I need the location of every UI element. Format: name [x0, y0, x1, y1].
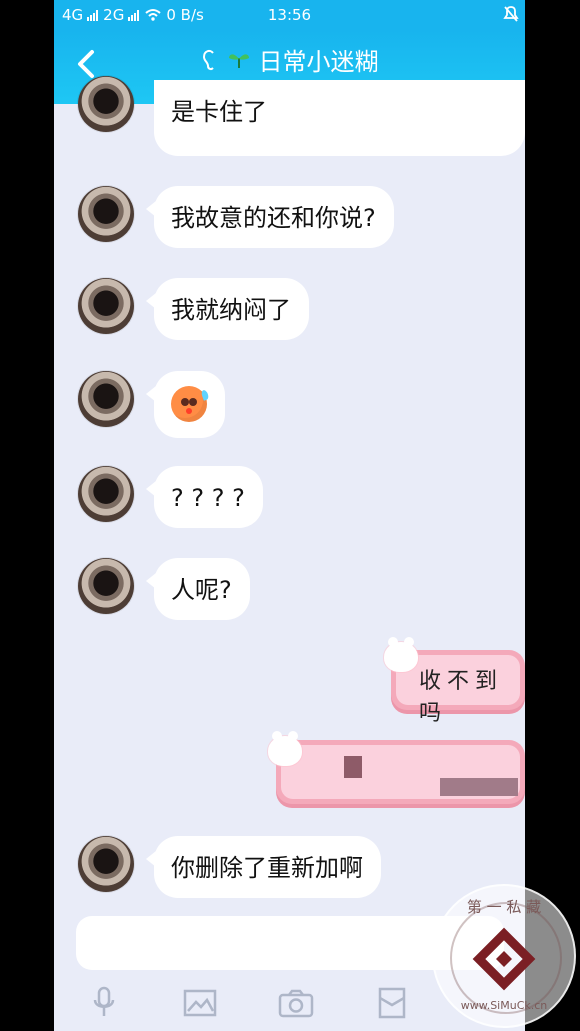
contact-name: 日常小迷糊 — [258, 48, 379, 76]
chat-area: 是卡住了 我故意的还和你说? 我就纳闷了 ? ? ? ? 人呢? 收不到吗 你删… — [54, 76, 525, 910]
message-bubble: 我就纳闷了 — [146, 278, 309, 340]
bunny-sticker-icon — [268, 731, 302, 766]
camera-icon — [278, 989, 314, 1018]
avatar[interactable] — [78, 186, 134, 242]
partial-message-bubble: 是卡住了 — [154, 80, 525, 156]
bunny-sticker-icon — [384, 637, 418, 672]
camera-button[interactable] — [276, 983, 316, 1023]
status-time: 13:56 — [267, 6, 312, 24]
blurred-pixel — [440, 778, 518, 796]
image-button[interactable] — [180, 983, 220, 1023]
avatar[interactable] — [78, 558, 134, 614]
message-text: ? ? ? ? — [171, 484, 245, 512]
phone-screen: 4G 2G 0 B/s 13:56 日常小迷糊 手机在线 是卡住了 — [54, 0, 525, 1031]
avatar[interactable] — [78, 278, 134, 334]
sweat-emoji-icon — [171, 386, 210, 422]
red-packet-button[interactable] — [372, 983, 412, 1023]
message-text: 我就纳闷了 — [171, 296, 291, 324]
ear-icon — [202, 49, 214, 70]
partial-message-text: 是卡住了 — [171, 98, 267, 126]
message-text: 我故意的还和你说? — [171, 204, 376, 232]
avatar[interactable] — [78, 76, 134, 132]
watermark-bottom-text: www.SiMuCk.cn — [460, 999, 548, 1012]
red-packet-icon — [378, 987, 406, 1019]
message-bubble — [146, 371, 225, 438]
avatar[interactable] — [78, 836, 134, 892]
avatar[interactable] — [78, 466, 134, 522]
silent-bell-icon — [503, 5, 519, 27]
message-text: 人呢? — [171, 576, 232, 604]
sprout-icon — [228, 53, 249, 68]
avatar[interactable] — [78, 371, 134, 427]
message-bubble: ? ? ? ? — [146, 466, 263, 528]
message-bubble: 我故意的还和你说? — [146, 186, 394, 248]
blurred-pixel — [344, 756, 362, 778]
microphone-button[interactable] — [84, 983, 124, 1023]
watermark-seal: 第 一 私 藏 www.SiMuCk.cn — [432, 884, 576, 1028]
title-row: 日常小迷糊 — [54, 42, 525, 77]
message-bubble: 人呢? — [146, 558, 250, 620]
image-icon — [183, 989, 217, 1017]
message-text: 你删除了重新加啊 — [171, 854, 363, 882]
microphone-icon — [93, 986, 115, 1016]
message-bubble: 你删除了重新加啊 — [146, 836, 381, 898]
sticker-text: 收不到吗 — [419, 669, 504, 726]
status-bar: 4G 2G 0 B/s 13:56 — [54, 0, 525, 30]
